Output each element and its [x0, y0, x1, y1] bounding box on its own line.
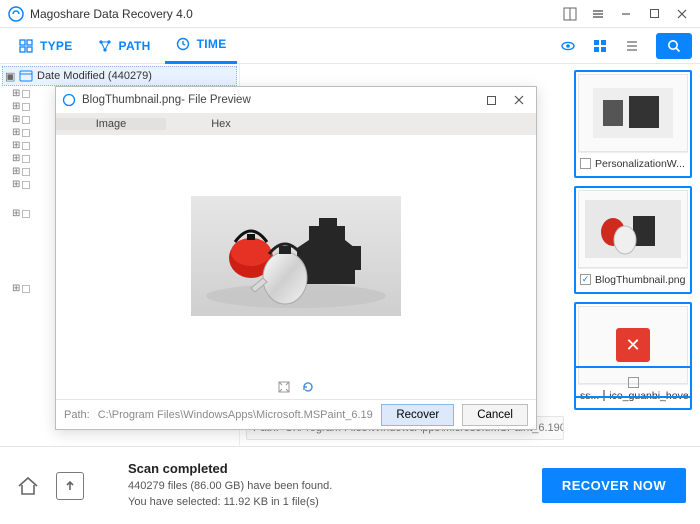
calendar-icon: [19, 69, 33, 83]
thumbnail-image: [578, 190, 688, 268]
tab-time[interactable]: TIME: [165, 28, 237, 64]
footer-status: Scan completed 440279 files (86.00 GB) h…: [98, 461, 528, 511]
app-title: Magoshare Data Recovery 4.0: [30, 7, 193, 21]
menu-icon[interactable]: [584, 0, 612, 28]
preview-tab-image[interactable]: Image: [56, 118, 166, 130]
dialog-titlebar[interactable]: BlogThumbnail.png- File Preview: [56, 87, 536, 113]
preview-image: [191, 196, 401, 316]
card-label: BlogThumbnail.png: [595, 274, 685, 286]
close-button[interactable]: [668, 0, 696, 28]
result-card-partial[interactable]: [574, 366, 692, 398]
cancel-button[interactable]: Cancel: [462, 404, 528, 426]
dialog-close-button[interactable]: [508, 89, 530, 111]
dialog-title: BlogThumbnail.png- File Preview: [82, 94, 251, 106]
layout-toggle-icon[interactable]: [556, 0, 584, 28]
preview-tab-hex[interactable]: Hex: [166, 118, 276, 130]
scan-status-heading: Scan completed: [128, 461, 528, 476]
recover-now-button[interactable]: RECOVER NOW: [542, 468, 686, 503]
scan-status-line2: You have selected: 11.92 KB in 1 file(s): [128, 495, 528, 511]
tab-path-label: PATH: [119, 39, 151, 53]
result-card[interactable]: PersonalizationW...: [574, 70, 692, 178]
export-button[interactable]: [56, 472, 84, 500]
tab-type-label: TYPE: [40, 39, 73, 53]
home-button[interactable]: [14, 472, 42, 500]
tree-root[interactable]: ▣ Date Modified (440279): [2, 66, 237, 86]
checkbox[interactable]: [580, 158, 591, 169]
tab-path[interactable]: PATH: [87, 28, 161, 64]
path-icon: [97, 38, 113, 54]
clock-icon: [175, 36, 191, 52]
search-icon: [666, 38, 682, 54]
collapse-icon[interactable]: ▣: [5, 70, 15, 83]
card-label: PersonalizationW...: [595, 158, 685, 170]
tree-root-label: Date Modified (440279): [37, 70, 152, 82]
app-icon: [62, 93, 76, 107]
view-list-icon[interactable]: [620, 34, 644, 58]
checkbox[interactable]: [628, 377, 639, 388]
thumbnail-image: [578, 74, 688, 152]
checkbox[interactable]: ✓: [580, 274, 591, 285]
toolbar: TYPE PATH TIME: [0, 28, 700, 64]
preview-path-label: Path:: [64, 409, 90, 421]
preview-tabstrip: Image Hex: [56, 113, 536, 135]
eye-icon[interactable]: [556, 34, 580, 58]
search-button[interactable]: [656, 33, 692, 59]
fit-icon[interactable]: [277, 380, 291, 397]
grid-icon: [18, 38, 34, 54]
preview-footer: Path: C:\Program Files\WindowsApps\Micro…: [56, 399, 536, 429]
preview-path-value: C:\Program Files\WindowsApps\Microsoft.M…: [98, 409, 374, 421]
preview-controls: [56, 377, 536, 399]
dialog-maximize-button[interactable]: [480, 89, 502, 111]
tab-time-label: TIME: [197, 37, 227, 51]
tab-type[interactable]: TYPE: [8, 28, 83, 64]
file-preview-dialog: BlogThumbnail.png- File Preview Image He…: [55, 86, 537, 430]
scan-status-line1: 440279 files (86.00 GB) have been found.: [128, 479, 528, 495]
rotate-icon[interactable]: [301, 380, 315, 397]
broken-icon: ✕: [616, 328, 650, 362]
app-icon: [8, 6, 24, 22]
maximize-button[interactable]: [640, 0, 668, 28]
footer: Scan completed 440279 files (86.00 GB) h…: [0, 446, 700, 524]
title-bar: Magoshare Data Recovery 4.0: [0, 0, 700, 28]
result-card[interactable]: ✓ BlogThumbnail.png: [574, 186, 692, 294]
view-thumbnails-icon[interactable]: [588, 34, 612, 58]
recover-button[interactable]: Recover: [381, 404, 454, 426]
preview-body: [56, 135, 536, 377]
minimize-button[interactable]: [612, 0, 640, 28]
